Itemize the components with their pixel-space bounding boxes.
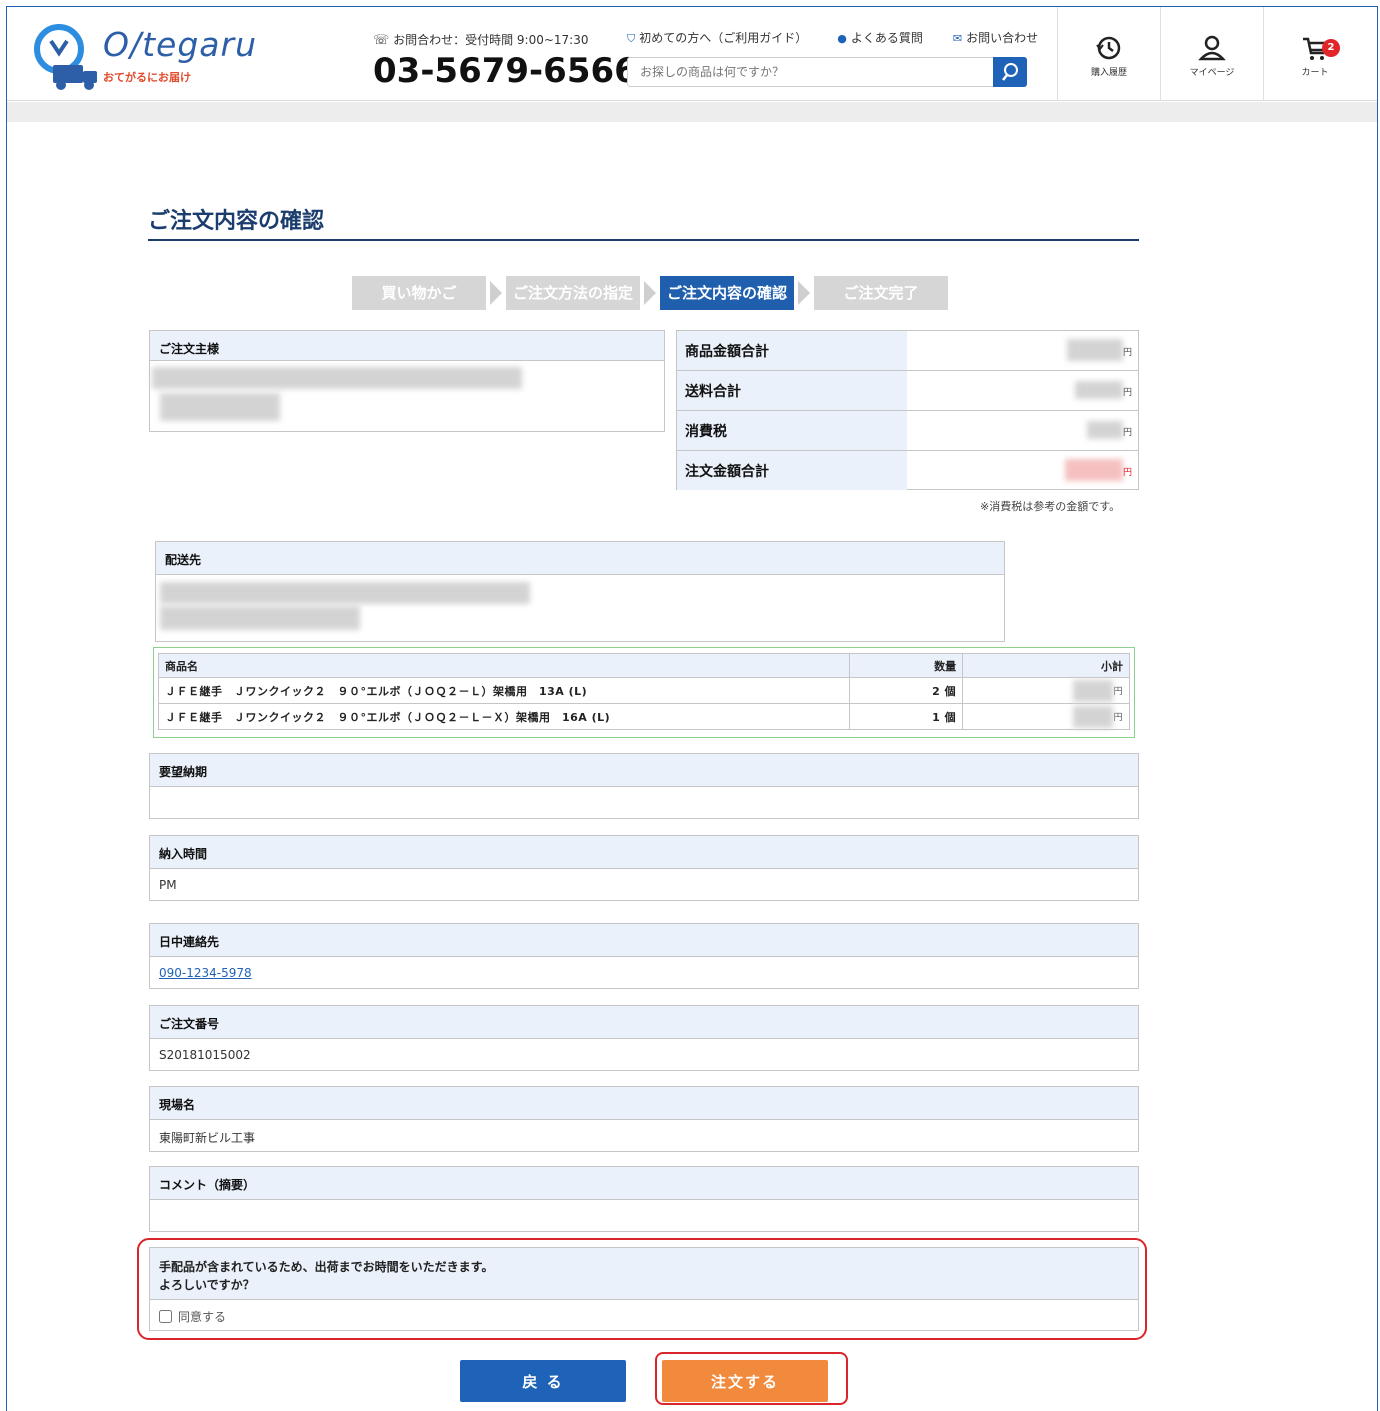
agreement-message: 手配品が含まれているため、出荷までお時間をいただきます。 よろしいですか？ bbox=[150, 1248, 1138, 1300]
agree-checkbox-label: 同意する bbox=[178, 1310, 227, 1324]
delivery-date-box: 要望納期 bbox=[149, 753, 1139, 819]
chat-icon: ● bbox=[837, 32, 847, 45]
back-button[interactable]: 戻 る bbox=[460, 1360, 626, 1402]
delivery-time-label: 納入時間 bbox=[150, 836, 1138, 869]
delivery-time-value: PM bbox=[159, 878, 177, 892]
header-quantity: 数量 bbox=[849, 653, 964, 678]
logo-name: O/tegaru bbox=[103, 25, 257, 64]
redacted-text bbox=[152, 367, 522, 389]
daytime-contact-link[interactable]: 090-1234-5978 bbox=[159, 966, 252, 980]
shield-icon: ⛉ bbox=[627, 32, 636, 45]
site-name-value: 東陽町新ビル工事 bbox=[159, 1131, 256, 1145]
redacted-value bbox=[1067, 339, 1123, 361]
contact-hours: ☏ お問合わせ：受付時間 9:00~17:30 bbox=[373, 33, 589, 48]
step-arrow bbox=[798, 281, 810, 305]
site-logo[interactable]: O/tegaru おてがるにお届け bbox=[31, 23, 301, 93]
top-links: ⛉ 初めての方へ（ご利用ガイド） ● よくある質問 ✉ お問い合わせ bbox=[627, 29, 1038, 46]
mail-icon: ✉ bbox=[952, 32, 963, 45]
step-cart: 買い物かご bbox=[352, 276, 486, 310]
shipping-label: 配送先 bbox=[156, 542, 1004, 575]
mypage-nav[interactable]: マイページ bbox=[1160, 7, 1263, 101]
summary-row-shipping: 送料合計 円 bbox=[677, 371, 1138, 411]
contact-link[interactable]: ✉ お問い合わせ bbox=[953, 29, 1038, 46]
item-quantity: 2 個 bbox=[849, 677, 964, 704]
agree-checkbox-row[interactable]: 同意する bbox=[150, 1300, 1138, 1333]
summary-row-tax: 消費税 円 bbox=[677, 411, 1138, 451]
step-arrow bbox=[644, 281, 656, 305]
order-number-label: ご注文番号 bbox=[150, 1006, 1138, 1039]
redacted-text bbox=[160, 582, 530, 604]
comment-value bbox=[150, 1200, 1138, 1218]
item-name: ＪＦＥ継手 Ｊワンクイック２ ９０°エルボ（ＪＯＱ２－Ｌ－Ｘ）架橋用 16A (… bbox=[157, 703, 851, 730]
item-subtotal: 円 bbox=[962, 703, 1130, 730]
redacted-text bbox=[160, 393, 280, 421]
summary-row-total: 注文金額合計 円 bbox=[677, 451, 1138, 491]
header-band bbox=[7, 102, 1377, 122]
comment-box: コメント（摘要） bbox=[149, 1166, 1139, 1232]
order-number-box: ご注文番号 S20181015002 bbox=[149, 1005, 1139, 1071]
step-confirm: ご注文内容の確認 bbox=[660, 276, 794, 310]
table-row: ＪＦＥ継手 Ｊワンクイック２ ９０°エルボ（ＪＯＱ２－Ｌ－Ｘ）架橋用 16A (… bbox=[157, 703, 1130, 730]
mypage-label: マイページ bbox=[1189, 68, 1235, 78]
table-header-row: 商品名 数量 小計 bbox=[157, 653, 1130, 678]
place-order-button[interactable]: 注文する bbox=[662, 1360, 828, 1402]
price-summary: 商品金額合計 円 送料合計 円 消費税 円 注文金額合計 円 bbox=[676, 330, 1139, 490]
step-complete: ご注文完了 bbox=[814, 276, 948, 310]
history-icon bbox=[1096, 36, 1121, 60]
header-subtotal: 小計 bbox=[962, 653, 1130, 678]
guide-link[interactable]: ⛉ 初めての方へ（ご利用ガイド） bbox=[627, 29, 807, 46]
orderer-label: ご注文主様 bbox=[150, 331, 664, 361]
table-row: ＪＦＥ継手 Ｊワンクイック２ ９０°エルボ（ＪＯＱ２－Ｌ）架橋用 13A (L)… bbox=[157, 677, 1130, 704]
search-bar bbox=[627, 57, 1027, 87]
search-input[interactable] bbox=[628, 58, 988, 86]
daytime-contact-label: 日中連絡先 bbox=[150, 924, 1138, 957]
search-icon bbox=[1002, 63, 1018, 81]
redacted-value bbox=[1065, 459, 1123, 481]
comment-label: コメント（摘要） bbox=[150, 1167, 1138, 1200]
order-items: 商品名 数量 小計 ＪＦＥ継手 Ｊワンクイック２ ９０°エルボ（ＪＯＱ２－Ｌ）架… bbox=[153, 647, 1135, 738]
site-name-label: 現場名 bbox=[150, 1087, 1138, 1120]
history-label: 購入履歴 bbox=[1090, 68, 1127, 78]
faq-link[interactable]: ● よくある質問 bbox=[837, 29, 923, 46]
history-nav[interactable]: 購入履歴 bbox=[1057, 7, 1160, 101]
orderer-box: ご注文主様 bbox=[149, 330, 665, 432]
cart-nav[interactable]: 2 カート bbox=[1263, 7, 1366, 101]
site-name-box: 現場名 東陽町新ビル工事 bbox=[149, 1086, 1139, 1152]
logo-tagline: おてがるにお届け bbox=[103, 71, 191, 84]
item-name: ＪＦＥ継手 Ｊワンクイック２ ９０°エルボ（ＪＯＱ２－Ｌ）架橋用 13A (L) bbox=[157, 677, 851, 704]
phone-icon: ☏ bbox=[373, 33, 390, 48]
step-order-method: ご注文方法の指定 bbox=[506, 276, 640, 310]
delivery-date-value bbox=[150, 787, 1138, 805]
item-quantity: 1 個 bbox=[849, 703, 964, 730]
title-divider bbox=[148, 239, 1139, 241]
redacted-value bbox=[1073, 706, 1114, 728]
order-number-value: S20181015002 bbox=[159, 1048, 251, 1062]
summary-row-subtotal: 商品金額合計 円 bbox=[677, 331, 1138, 371]
delivery-time-box: 納入時間 PM bbox=[149, 835, 1139, 901]
shipping-box: 配送先 bbox=[155, 541, 1005, 642]
redacted-value bbox=[1073, 680, 1114, 702]
agree-checkbox[interactable] bbox=[159, 1310, 172, 1323]
redacted-value bbox=[1087, 421, 1123, 439]
page-title: ご注文内容の確認 bbox=[148, 209, 325, 234]
tax-note: ※消費税は参考の金額です。 bbox=[980, 500, 1121, 513]
phone-number: 03-5679-6566 bbox=[373, 51, 638, 91]
clock-truck-icon bbox=[34, 24, 97, 90]
cart-count-badge: 2 bbox=[1322, 39, 1340, 57]
cart-label: カート bbox=[1301, 68, 1329, 78]
daytime-contact-box: 日中連絡先 090-1234-5978 bbox=[149, 923, 1139, 989]
header-product-name: 商品名 bbox=[157, 653, 851, 678]
agreement-box: 手配品が含まれているため、出荷までお時間をいただきます。 よろしいですか？ 同意… bbox=[149, 1247, 1139, 1331]
user-icon bbox=[1198, 35, 1226, 61]
items-table: 商品名 数量 小計 ＪＦＥ継手 Ｊワンクイック２ ９０°エルボ（ＪＯＱ２－Ｌ）架… bbox=[157, 653, 1130, 730]
step-arrow bbox=[490, 281, 502, 305]
redacted-text bbox=[160, 606, 360, 630]
search-button[interactable] bbox=[993, 57, 1027, 87]
redacted-value bbox=[1075, 381, 1123, 399]
item-subtotal: 円 bbox=[962, 677, 1130, 704]
delivery-date-label: 要望納期 bbox=[150, 754, 1138, 787]
